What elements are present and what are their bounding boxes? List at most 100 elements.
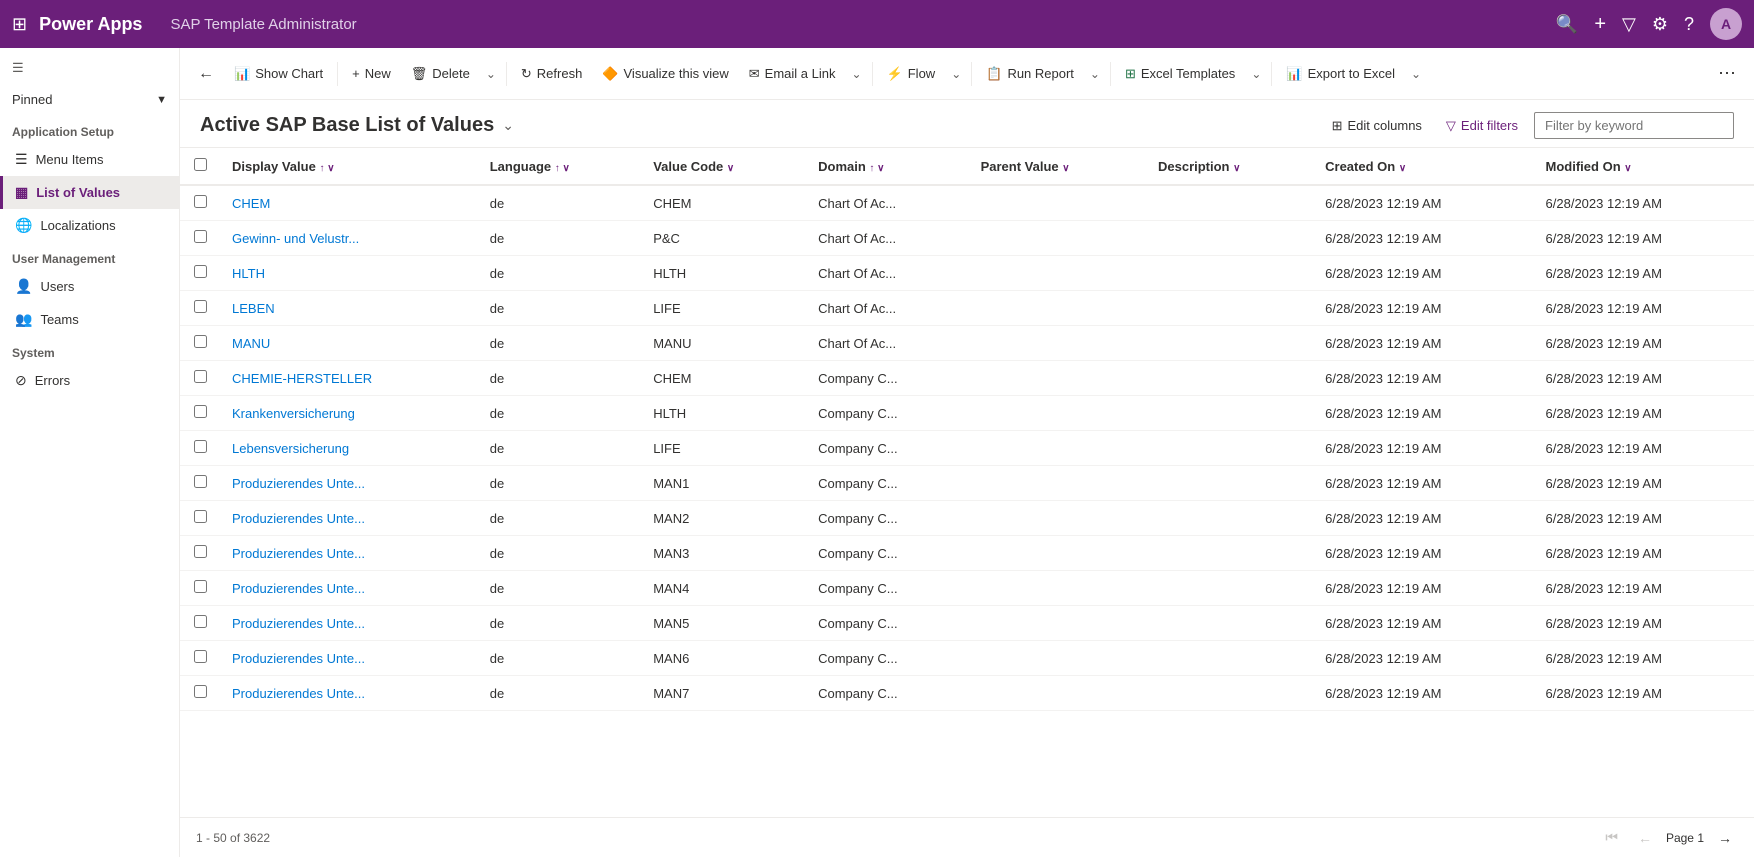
header-value-code[interactable]: Value Code ∨ (641, 148, 806, 185)
header-display-value[interactable]: Display Value ↑ ∨ (220, 148, 478, 185)
header-domain[interactable]: Domain ↑ ∨ (806, 148, 968, 185)
row-checkbox-cell[interactable] (180, 606, 220, 641)
prev-page-button[interactable]: ← (1632, 828, 1658, 848)
add-icon[interactable]: + (1594, 13, 1606, 36)
cell-display-value[interactable]: Produzierendes Unte... (220, 676, 478, 711)
row-checkbox-cell[interactable] (180, 536, 220, 571)
cell-display-value[interactable]: Produzierendes Unte... (220, 606, 478, 641)
row-checkbox[interactable] (194, 195, 207, 208)
row-checkbox-cell[interactable] (180, 291, 220, 326)
row-checkbox-cell[interactable] (180, 501, 220, 536)
flow-dropdown-arrow[interactable]: ⌄ (945, 61, 967, 87)
row-checkbox-cell[interactable] (180, 641, 220, 676)
run-report-dropdown-arrow[interactable]: ⌄ (1084, 61, 1106, 87)
email-dropdown-arrow[interactable]: ⌄ (845, 61, 867, 87)
search-icon[interactable]: 🔍 (1556, 14, 1578, 35)
row-checkbox[interactable] (194, 300, 207, 313)
row-checkbox-cell[interactable] (180, 185, 220, 221)
cell-display-value[interactable]: Produzierendes Unte... (220, 536, 478, 571)
header-language[interactable]: Language ↑ ∨ (478, 148, 641, 185)
filter-keyword-input[interactable] (1534, 112, 1734, 139)
refresh-button[interactable]: ↻ Refresh (511, 60, 592, 88)
row-checkbox-cell[interactable] (180, 396, 220, 431)
cell-display-value[interactable]: Produzierendes Unte... (220, 641, 478, 676)
settings-icon[interactable]: ⚙ (1652, 14, 1668, 35)
cell-display-value[interactable]: Produzierendes Unte... (220, 466, 478, 501)
cell-display-value[interactable]: LEBEN (220, 291, 478, 326)
more-actions-button[interactable]: ⋯ (1708, 57, 1746, 90)
header-description[interactable]: Description ∨ (1146, 148, 1313, 185)
run-report-button[interactable]: 📋 Run Report (976, 60, 1084, 88)
row-checkbox[interactable] (194, 545, 207, 558)
next-page-button[interactable]: → (1712, 828, 1738, 848)
delete-dropdown-arrow[interactable]: ⌄ (480, 61, 502, 87)
cell-display-value[interactable]: CHEM (220, 185, 478, 221)
row-checkbox-cell[interactable] (180, 361, 220, 396)
excel-templates-button[interactable]: ⊞ Excel Templates (1115, 60, 1245, 88)
select-all-checkbox[interactable] (194, 158, 207, 171)
pinned-section[interactable]: Pinned ▼ (0, 84, 179, 115)
header-modified-on[interactable]: Modified On ∨ (1534, 148, 1754, 185)
sidebar-item-list-of-values[interactable]: ▦ List of Values (0, 176, 179, 209)
email-button[interactable]: ✉ Email a Link (739, 60, 846, 88)
sidebar-item-localizations[interactable]: 🌐 Localizations (0, 209, 179, 242)
row-checkbox[interactable] (194, 475, 207, 488)
avatar[interactable]: A (1710, 8, 1742, 40)
chart-icon: 📊 (234, 66, 250, 82)
row-checkbox[interactable] (194, 580, 207, 593)
row-checkbox-cell[interactable] (180, 326, 220, 361)
cell-display-value[interactable]: Lebensversicherung (220, 431, 478, 466)
row-checkbox-cell[interactable] (180, 431, 220, 466)
edit-columns-button[interactable]: ⊞ Edit columns (1324, 113, 1430, 139)
cell-display-value[interactable]: Produzierendes Unte... (220, 571, 478, 606)
visualize-button[interactable]: 🔶 Visualize this view (592, 60, 738, 88)
row-checkbox-cell[interactable] (180, 571, 220, 606)
row-checkbox[interactable] (194, 615, 207, 628)
row-checkbox[interactable] (194, 335, 207, 348)
filter-icon[interactable]: ▽ (1622, 14, 1636, 35)
cell-created-on: 6/28/2023 12:19 AM (1313, 361, 1533, 396)
cell-display-value[interactable]: HLTH (220, 256, 478, 291)
export-excel-button[interactable]: 📊 Export to Excel (1276, 60, 1405, 88)
row-checkbox-cell[interactable] (180, 466, 220, 501)
back-button[interactable]: ← (188, 59, 224, 89)
run-report-dropdown: 📋 Run Report ⌄ (976, 60, 1106, 88)
row-checkbox-cell[interactable] (180, 256, 220, 291)
header-checkbox-col[interactable] (180, 148, 220, 185)
cell-display-value[interactable]: Produzierendes Unte... (220, 501, 478, 536)
grid-menu-icon[interactable]: ⊞ (12, 14, 27, 35)
flow-button[interactable]: ⚡ Flow (877, 60, 946, 88)
view-title-dropdown-icon[interactable]: ⌄ (502, 117, 514, 134)
sidebar-item-teams[interactable]: 👥 Teams (0, 303, 179, 336)
sidebar-item-menu-items[interactable]: ☰ Menu Items (0, 143, 179, 176)
cell-display-value[interactable]: Krankenversicherung (220, 396, 478, 431)
row-checkbox[interactable] (194, 650, 207, 663)
sidebar-item-errors[interactable]: ⊘ Errors (0, 364, 179, 397)
cell-display-value[interactable]: CHEMIE-HERSTELLER (220, 361, 478, 396)
new-button[interactable]: + New (342, 60, 401, 87)
header-parent-value[interactable]: Parent Value ∨ (969, 148, 1146, 185)
row-checkbox[interactable] (194, 510, 207, 523)
cell-display-value[interactable]: Gewinn- und Velustr... (220, 221, 478, 256)
row-checkbox[interactable] (194, 230, 207, 243)
row-checkbox[interactable] (194, 440, 207, 453)
excel-templates-dropdown-arrow[interactable]: ⌄ (1245, 61, 1267, 87)
row-checkbox[interactable] (194, 405, 207, 418)
export-excel-dropdown-arrow[interactable]: ⌄ (1405, 61, 1427, 87)
header-created-on[interactable]: Created On ∨ (1313, 148, 1533, 185)
help-icon[interactable]: ? (1684, 14, 1694, 35)
cell-display-value[interactable]: MANU (220, 326, 478, 361)
edit-filters-button[interactable]: ▽ Edit filters (1438, 113, 1526, 139)
row-checkbox-cell[interactable] (180, 676, 220, 711)
row-checkbox[interactable] (194, 370, 207, 383)
show-chart-button[interactable]: 📊 Show Chart (224, 60, 333, 88)
delete-button[interactable]: 🗑 Delete (401, 60, 480, 88)
sort-icon: ∨ (1399, 163, 1406, 174)
cell-parent-value (969, 361, 1146, 396)
first-page-button[interactable]: ⏮ (1599, 827, 1624, 848)
row-checkbox-cell[interactable] (180, 221, 220, 256)
row-checkbox[interactable] (194, 685, 207, 698)
row-checkbox[interactable] (194, 265, 207, 278)
sidebar-item-users[interactable]: 👤 Users (0, 270, 179, 303)
sidebar-collapse-btn[interactable]: ☰ (0, 52, 179, 84)
